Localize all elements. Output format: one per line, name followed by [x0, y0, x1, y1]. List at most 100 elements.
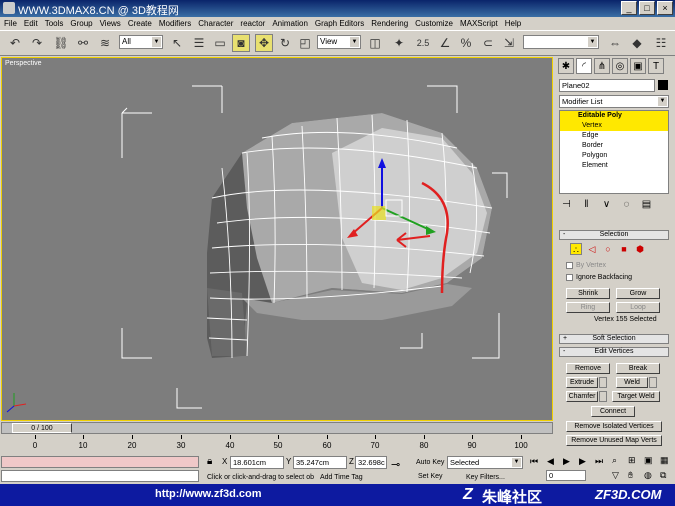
perspective-viewport[interactable]: Perspective	[1, 57, 553, 421]
snap-toggle-icon[interactable]: 2.5	[414, 34, 432, 52]
y-coord-field[interactable]: 35.247cm	[293, 456, 347, 469]
align-icon[interactable]: ◆	[628, 34, 646, 52]
play-icon[interactable]: ▶	[563, 456, 570, 467]
time-slider[interactable]: 0 / 100	[1, 422, 553, 434]
menu-file[interactable]: File	[4, 19, 17, 28]
select-and-rotate-icon[interactable]: ↻	[276, 34, 294, 52]
break-button[interactable]: Break	[616, 363, 660, 374]
extrude-settings-icon[interactable]	[599, 377, 607, 388]
select-object-icon[interactable]: ↖	[168, 34, 186, 52]
x-coord-field[interactable]: 18.601cm	[230, 456, 284, 469]
lock-selection-icon[interactable]: 🔒︎	[207, 456, 212, 467]
shrink-button[interactable]: Shrink	[566, 288, 610, 299]
ring-button[interactable]: Ring	[566, 302, 610, 313]
remove-modifier-icon[interactable]: ◌	[619, 197, 634, 212]
pivot-center-icon[interactable]: ◫	[366, 34, 384, 52]
target-weld-button[interactable]: Target Weld	[612, 391, 660, 402]
loop-button[interactable]: Loop	[616, 302, 660, 313]
hierarchy-tab-icon[interactable]: ⋔	[594, 58, 610, 74]
menu-graph-editors[interactable]: Graph Editors	[315, 19, 364, 28]
selection-filter-dropdown[interactable]: All ▼	[119, 35, 163, 49]
stack-item-polygon[interactable]: Polygon	[560, 151, 668, 161]
redo-icon[interactable]: ↷	[28, 34, 46, 52]
spinner-snap-icon[interactable]: ⊂	[479, 34, 497, 52]
arc-rotate-icon[interactable]: ◍	[644, 470, 652, 481]
go-to-end-icon[interactable]: ⏭	[595, 456, 603, 467]
select-and-move-icon[interactable]: ✥	[255, 34, 273, 52]
select-link-icon[interactable]: ⛓	[52, 34, 70, 52]
grow-button[interactable]: Grow	[616, 288, 660, 299]
maximize-button[interactable]: □	[639, 1, 655, 15]
make-unique-icon[interactable]: ∨	[599, 197, 614, 212]
zoom-all-icon[interactable]: ⊞	[628, 455, 636, 466]
menu-animation[interactable]: Animation	[272, 19, 308, 28]
key-mode-dropdown[interactable]: Selected ▼	[447, 456, 523, 469]
menu-character[interactable]: Character	[198, 19, 233, 28]
extrude-button[interactable]: Extrude	[566, 377, 598, 388]
close-button[interactable]: ×	[657, 1, 673, 15]
edge-level-icon[interactable]: ◁	[586, 243, 598, 255]
pin-stack-icon[interactable]: ⊣	[559, 197, 574, 212]
menu-group[interactable]: Group	[70, 19, 92, 28]
minimize-button[interactable]: _	[621, 1, 637, 15]
menu-edit[interactable]: Edit	[24, 19, 38, 28]
next-frame-icon[interactable]: ▶	[579, 456, 586, 467]
show-end-result-icon[interactable]: ‖	[579, 197, 594, 212]
select-and-scale-icon[interactable]: ◰	[296, 34, 314, 52]
menu-rendering[interactable]: Rendering	[371, 19, 408, 28]
menu-tools[interactable]: Tools	[45, 19, 64, 28]
undo-icon[interactable]: ↶	[6, 34, 24, 52]
named-selection-sets-dropdown[interactable]: ▼	[523, 35, 599, 49]
menu-maxscript[interactable]: MAXScript	[460, 19, 498, 28]
vertex-level-icon[interactable]: ∴	[570, 243, 582, 255]
object-name-field[interactable]: Plane02	[559, 79, 655, 92]
maximize-viewport-icon[interactable]: ⧉	[660, 470, 666, 481]
stack-item-editable-poly[interactable]: Editable Poly	[560, 111, 668, 121]
menu-create[interactable]: Create	[128, 19, 152, 28]
pan-icon[interactable]: ✋︎	[628, 470, 633, 481]
maxscript-listener-field[interactable]	[1, 456, 199, 468]
auto-key-button[interactable]: Auto Key	[416, 459, 444, 466]
motion-tab-icon[interactable]: ◎	[612, 58, 628, 74]
edit-vertices-rollout-header[interactable]: - Edit Vertices	[559, 347, 669, 357]
polygon-level-icon[interactable]: ■	[618, 243, 630, 255]
layer-manager-icon[interactable]: ☷	[652, 34, 670, 52]
select-manipulate-icon[interactable]: ✦	[390, 34, 408, 52]
create-tab-icon[interactable]: ✱	[558, 58, 574, 74]
zoom-icon[interactable]: ⌕	[612, 455, 617, 466]
configure-modifier-sets-icon[interactable]: ▤	[639, 197, 654, 212]
zoom-extents-all-icon[interactable]: ▦	[660, 455, 669, 466]
window-crossing-icon[interactable]: ◙	[232, 34, 250, 52]
zoom-extents-icon[interactable]: ▣	[644, 455, 653, 466]
border-level-icon[interactable]: ○	[602, 243, 614, 255]
object-color-swatch[interactable]	[658, 80, 668, 90]
set-key-button[interactable]: Set Key	[418, 473, 443, 480]
display-tab-icon[interactable]: ▣	[630, 58, 646, 74]
chamfer-settings-icon[interactable]	[599, 391, 607, 402]
menu-help[interactable]: Help	[505, 19, 521, 28]
stack-item-edge[interactable]: Edge	[560, 131, 668, 141]
percent-snap-icon[interactable]: %	[457, 34, 475, 52]
menu-modifiers[interactable]: Modifiers	[159, 19, 191, 28]
angle-snap-icon[interactable]: ∠	[436, 34, 454, 52]
previous-frame-icon[interactable]: ◀	[547, 456, 554, 467]
time-slider-thumb[interactable]: 0 / 100	[12, 423, 72, 433]
maxscript-output-field[interactable]	[1, 470, 199, 482]
named-selection-icon[interactable]: ⇲	[500, 34, 518, 52]
z-coord-field[interactable]: 32.698c	[355, 456, 387, 469]
by-vertex-checkbox[interactable]: By Vertex	[566, 262, 606, 269]
go-to-start-icon[interactable]: ⏮	[530, 456, 538, 467]
reference-coordinate-dropdown[interactable]: View ▼	[317, 35, 361, 49]
track-bar[interactable]: 0 10 20 30 40 50 60 70 80 90 100	[1, 435, 553, 451]
menu-customize[interactable]: Customize	[415, 19, 453, 28]
ignore-backfacing-checkbox[interactable]: Ignore Backfacing	[566, 274, 632, 281]
key-icon[interactable]: ⊸	[391, 458, 400, 471]
field-of-view-icon[interactable]: ▽	[612, 470, 619, 481]
element-level-icon[interactable]: ⬢	[634, 243, 646, 255]
bind-space-warp-icon[interactable]: ≋	[96, 34, 114, 52]
remove-button[interactable]: Remove	[566, 363, 610, 374]
remove-unused-map-verts-button[interactable]: Remove Unused Map Verts	[566, 435, 662, 446]
unlink-icon[interactable]: ⚯	[74, 34, 92, 52]
add-time-tag[interactable]: Add Time Tag	[320, 474, 363, 481]
selection-rollout-header[interactable]: - Selection	[559, 230, 669, 240]
